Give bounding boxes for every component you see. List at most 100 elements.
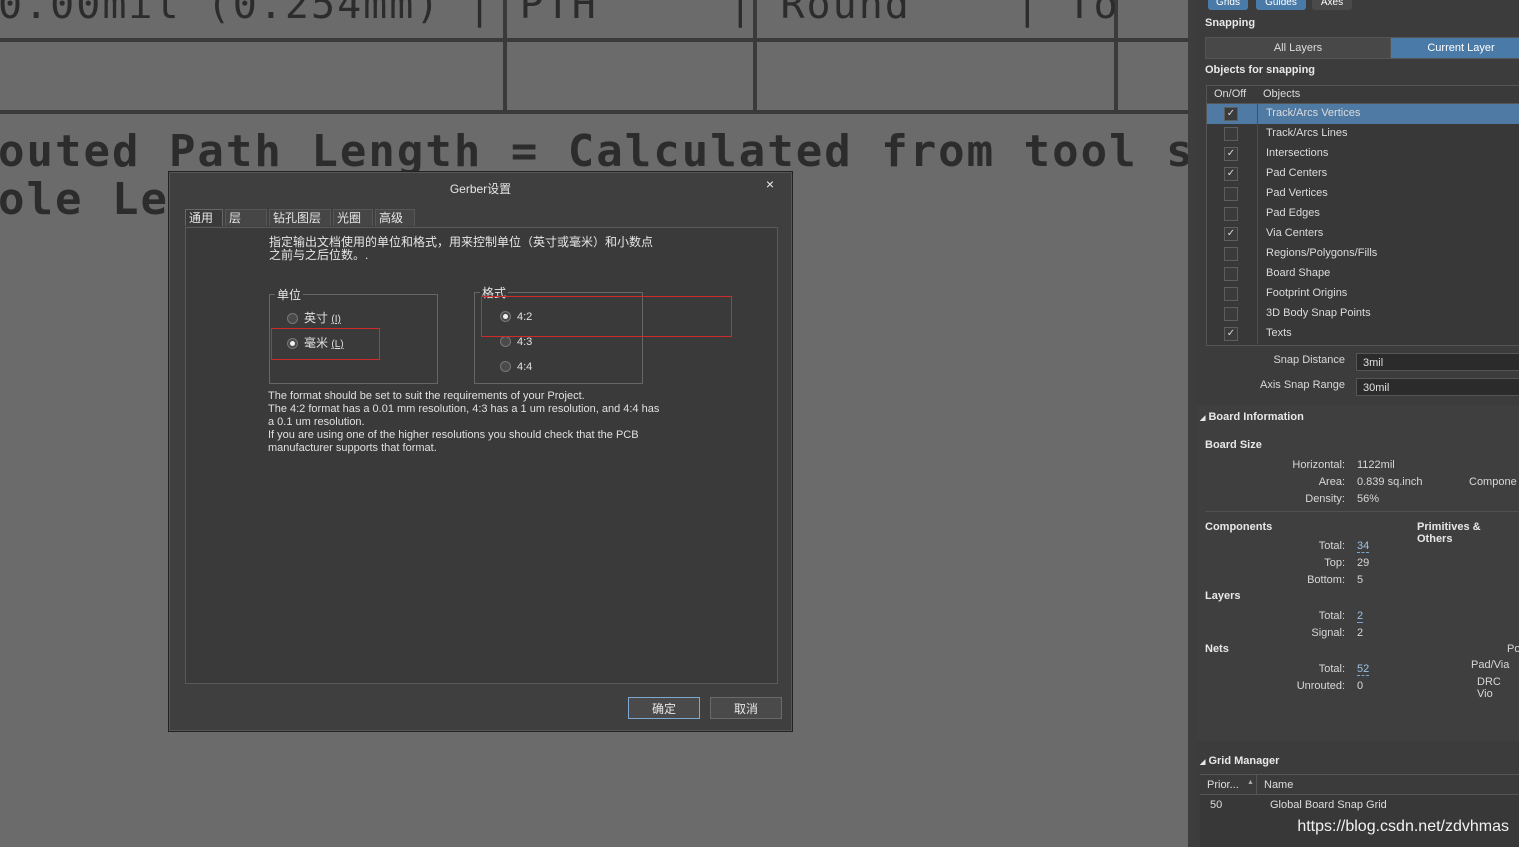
all-layers-option[interactable]: All Layers — [1205, 37, 1391, 59]
snap-object-row[interactable]: ✓ Texts — [1207, 324, 1519, 344]
nets-total-label: Total: — [1318, 663, 1345, 675]
table-header: On/Off Objects — [1207, 86, 1519, 104]
snap-object-checkbox[interactable] — [1224, 267, 1238, 281]
board-information-header[interactable]: ◢ Board Information — [1200, 411, 1304, 423]
snap-object-row[interactable]: ✓ Track/Arcs Vertices — [1207, 104, 1519, 124]
snap-object-checkbox[interactable]: ✓ — [1224, 107, 1238, 121]
snap-object-checkbox[interactable] — [1224, 307, 1238, 321]
watermark: https://blog.csdn.net/zdvhmas — [1297, 818, 1509, 835]
grids-tab[interactable]: Grids — [1208, 0, 1248, 10]
radio-indicator — [287, 313, 298, 325]
snap-object-row[interactable]: ✓ Via Centers — [1207, 224, 1519, 244]
priority-header[interactable]: Prior... — [1207, 779, 1239, 791]
name-header[interactable]: Name — [1264, 779, 1293, 791]
snapping-title: Snapping — [1205, 17, 1256, 29]
snap-object-row[interactable]: Track/Arcs Lines — [1207, 124, 1519, 144]
gerber-settings-dialog: Gerber设置 × 通用 层 钻孔图层 光圈 高级 指定输出文档使用的单位和格… — [168, 171, 793, 732]
column-divider — [1257, 264, 1258, 284]
cancel-button[interactable]: 取消 — [710, 697, 782, 719]
note-line: manufacturer supports that format. — [268, 442, 437, 454]
snap-object-checkbox[interactable]: ✓ — [1224, 227, 1238, 241]
guides-tab[interactable]: Guides — [1256, 0, 1306, 10]
snap-distance-label: Snap Distance — [1273, 354, 1345, 366]
board-information-title: Board Information — [1208, 411, 1304, 423]
axis-snap-range-label: Axis Snap Range — [1260, 379, 1345, 391]
radio-indicator — [500, 361, 511, 373]
snap-object-label: Regions/Polygons/Fills — [1266, 247, 1378, 259]
layers-signal-value: 2 — [1357, 627, 1364, 639]
pcb-text-line: outed Path Length = Calculated from tool… — [0, 126, 1188, 177]
note-line: a 0.1 um resolution. — [268, 416, 365, 428]
snap-object-checkbox[interactable]: ✓ — [1224, 327, 1238, 341]
unit-inch-radio[interactable]: 英寸 (I) — [287, 309, 341, 326]
snap-object-checkbox[interactable] — [1224, 287, 1238, 301]
onoff-header[interactable]: On/Off — [1214, 88, 1246, 100]
collapse-icon: ◢ — [1200, 759, 1206, 766]
tab-general[interactable]: 通用 — [185, 209, 223, 226]
primitives-title: Primitives & Others — [1417, 521, 1481, 545]
snap-object-row[interactable]: Pad Edges — [1207, 204, 1519, 224]
grid-manager-table: Prior... ▲ Name 50 Global Board Snap Gri… — [1200, 774, 1519, 847]
layers-signal-label: Signal: — [1311, 627, 1345, 639]
snap-object-label: Via Centers — [1266, 227, 1324, 239]
snap-object-checkbox[interactable] — [1224, 207, 1238, 221]
primitives-partial-1: Po — [1507, 643, 1519, 655]
close-icon[interactable]: × — [766, 176, 774, 192]
sort-up-icon: ▲ — [1247, 779, 1254, 786]
nets-total-value[interactable]: 52 — [1357, 664, 1370, 676]
column-divider — [1257, 244, 1258, 264]
snap-object-checkbox[interactable] — [1224, 247, 1238, 261]
grid-manager-title: Grid Manager — [1208, 755, 1280, 767]
tab-advanced[interactable]: 高级 — [375, 209, 415, 226]
snap-distance-input[interactable]: 3mil — [1356, 353, 1519, 371]
snap-object-row[interactable]: Regions/Polygons/Fills — [1207, 244, 1519, 264]
objects-header[interactable]: Objects — [1263, 88, 1300, 100]
format-44-radio[interactable]: 4:4 — [500, 359, 532, 373]
unit-inch-label: 英寸 — [304, 311, 329, 325]
snapping-objects-table: On/Off Objects ✓ Track/Arcs Vertices Track… — [1206, 85, 1519, 346]
snap-object-row[interactable]: Pad Vertices — [1207, 184, 1519, 204]
snap-object-label: Track/Arcs Lines — [1266, 127, 1348, 139]
area-value: 0.839 sq.inch — [1357, 476, 1423, 488]
format-44-label: 4:4 — [517, 361, 533, 373]
column-divider — [1257, 284, 1258, 304]
snap-object-label: Track/Arcs Vertices — [1266, 107, 1361, 119]
unit-group-label: 单位 — [275, 286, 304, 303]
snap-object-label: Board Shape — [1266, 267, 1331, 279]
grid-row[interactable]: 50 Global Board Snap Grid — [1200, 795, 1519, 815]
current-layer-option[interactable]: Current Layer — [1390, 37, 1519, 59]
objects-for-snapping-title: Objects for snapping — [1205, 64, 1316, 76]
snap-object-row[interactable]: Footprint Origins — [1207, 284, 1519, 304]
snap-object-row[interactable]: Board Shape — [1207, 264, 1519, 284]
grid-manager-header[interactable]: ◢ Grid Manager — [1200, 755, 1279, 767]
tab-layers[interactable]: 层 — [225, 209, 267, 226]
panel-splitter[interactable] — [1188, 0, 1198, 847]
highlight-box — [481, 296, 732, 337]
column-divider — [1257, 164, 1258, 184]
description-line: 之前与之后位数。. — [269, 248, 369, 262]
snap-object-row[interactable]: ✓ Pad Centers — [1207, 164, 1519, 184]
components-bottom-label: Bottom: — [1307, 574, 1345, 586]
snap-object-row[interactable]: ✓ Intersections — [1207, 144, 1519, 164]
tab-apertures[interactable]: 光圈 — [333, 209, 373, 226]
axes-tab[interactable]: Axes — [1312, 0, 1352, 10]
snap-object-checkbox[interactable] — [1224, 127, 1238, 141]
column-divider — [1257, 144, 1258, 164]
column-divider — [1257, 124, 1258, 144]
tab-drill-drawing[interactable]: 钻孔图层 — [269, 209, 331, 226]
nets-title: Nets — [1205, 643, 1229, 655]
layers-total-value[interactable]: 2 — [1357, 611, 1364, 623]
column-divider — [1257, 304, 1258, 324]
grid-name: Global Board Snap Grid — [1270, 799, 1387, 811]
column-divider — [1257, 204, 1258, 224]
divider — [1205, 511, 1519, 512]
snap-object-row[interactable]: 3D Body Snap Points — [1207, 304, 1519, 324]
ok-button[interactable]: 确定 — [628, 697, 700, 719]
components-total-value[interactable]: 34 — [1357, 541, 1370, 553]
snap-object-checkbox[interactable]: ✓ — [1224, 147, 1238, 161]
snap-object-checkbox[interactable] — [1224, 187, 1238, 201]
snap-object-checkbox[interactable]: ✓ — [1224, 167, 1238, 181]
general-tab-pane: 指定输出文档使用的单位和格式，用来控制单位（英寸或毫米）和小数点 之前与之后位数… — [185, 227, 778, 684]
note-line: The format should be set to suit the req… — [268, 390, 585, 402]
axis-snap-range-input[interactable]: 30mil — [1356, 378, 1519, 396]
